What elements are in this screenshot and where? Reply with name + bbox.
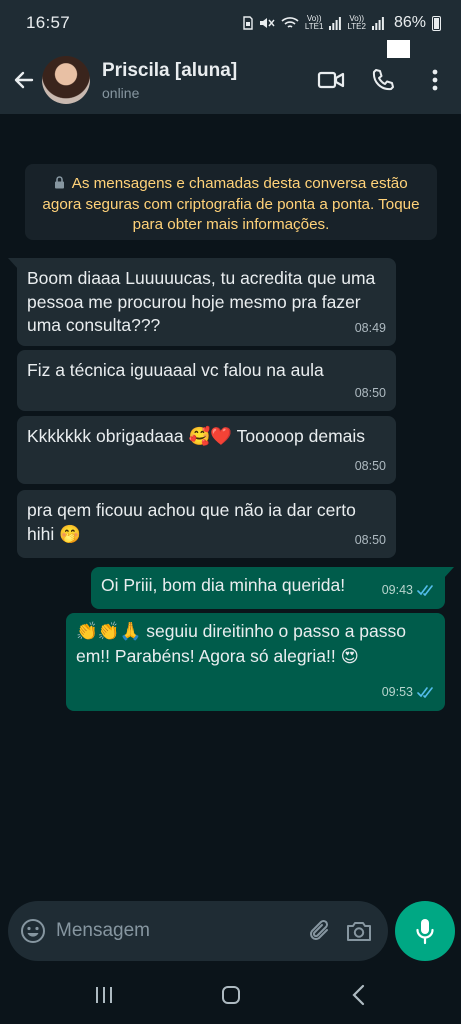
message-meta: 09:43: [382, 578, 435, 603]
message-composer: [8, 901, 388, 961]
video-call-icon: [317, 71, 345, 89]
camera-icon: [346, 922, 371, 941]
message-outgoing[interactable]: Oi Priii, bom dia minha querida! 09:43: [91, 567, 454, 609]
message-text: Fiz a técnica iguuaaal vc falou na aula: [27, 360, 324, 380]
camera-button[interactable]: [340, 909, 379, 953]
read-ticks-icon: [417, 585, 433, 596]
attach-button[interactable]: [301, 909, 340, 953]
video-call-button[interactable]: [305, 56, 357, 104]
more-options-icon: [432, 69, 438, 91]
system-nav-bar: [0, 966, 461, 1024]
message-meta: 09:53: [382, 680, 435, 705]
back-button[interactable]: [4, 60, 44, 100]
redaction-box: [387, 40, 410, 58]
home-button[interactable]: [201, 970, 261, 1020]
mute-icon: [259, 18, 275, 28]
message-time: 08:50: [354, 385, 386, 400]
message-text: 👏👏🙏 seguiu direitinho o passo a passo em…: [76, 621, 406, 666]
message-time: 08:49: [354, 320, 386, 335]
lte2-indicator: Vo)) LTE2: [347, 14, 366, 31]
signal-icon: [329, 16, 342, 30]
message-time: 09:53: [381, 685, 413, 699]
contact-status: online: [102, 84, 140, 101]
message-input[interactable]: [56, 920, 301, 942]
recent-apps-icon: [95, 987, 112, 1003]
battery-icon: [432, 15, 441, 31]
message-text: pra qem ficouu achou que não ia dar cert…: [27, 500, 356, 544]
home-icon: [221, 986, 240, 1004]
message-text: Oi Priii, bom dia minha querida!: [101, 575, 346, 595]
message-incoming[interactable]: pra qem ficouu achou que não ia dar cert…: [17, 490, 396, 558]
voice-message-button[interactable]: [395, 901, 455, 961]
message-text: Boom diaaa Luuuuucas, tu acredita que um…: [27, 268, 376, 335]
back-nav-button[interactable]: [328, 970, 388, 1020]
battery-level: 86%: [393, 14, 426, 31]
message-incoming[interactable]: Kkkkkkk obrigadaaa 🥰❤️ Tooooop demais 08…: [17, 416, 396, 484]
encryption-text: As mensagens e chamadas desta conversa e…: [42, 175, 420, 233]
contact-name: Priscila [aluna]: [102, 59, 238, 81]
sim-icon: [243, 16, 253, 30]
chevron-left-icon: [351, 984, 364, 1006]
message-incoming[interactable]: Fiz a técnica iguuaaal vc falou na aula …: [17, 350, 396, 411]
emoji-icon: [21, 919, 45, 943]
recent-apps-button[interactable]: [74, 970, 134, 1020]
avatar[interactable]: [42, 56, 90, 104]
message-text: Kkkkkkk obrigadaaa 🥰❤️ Tooooop demais: [27, 426, 366, 446]
emoji-button[interactable]: [20, 917, 46, 945]
status-time: 16:57: [26, 13, 71, 32]
encryption-notice[interactable]: As mensagens e chamadas desta conversa e…: [25, 164, 437, 240]
message-outgoing[interactable]: 👏👏🙏 seguiu direitinho o passo a passo em…: [66, 613, 445, 711]
wifi-icon: [281, 17, 299, 28]
status-icons: Vo)) LTE1 Vo)) LTE2 86%: [243, 14, 441, 32]
microphone-icon: [416, 919, 434, 945]
contact-info[interactable]: Priscila [aluna] online: [102, 60, 305, 101]
read-ticks-icon: [417, 687, 433, 698]
header-actions: [305, 56, 461, 104]
back-arrow-icon: [14, 71, 34, 89]
voice-call-button[interactable]: [357, 56, 409, 104]
paperclip-icon: [310, 919, 329, 940]
message-incoming[interactable]: Boom diaaa Luuuuucas, tu acredita que um…: [8, 258, 396, 346]
message-time: 08:50: [354, 532, 386, 547]
lte1-indicator: Vo)) LTE1: [304, 14, 324, 31]
signal-icon: [371, 16, 384, 30]
message-time: 08:50: [354, 458, 386, 473]
more-options-button[interactable]: [409, 56, 461, 104]
message-time: 09:43: [381, 583, 413, 597]
chat-area[interactable]: As mensagens e chamadas desta conversa e…: [0, 114, 461, 894]
voice-call-icon: [372, 69, 394, 91]
lock-icon: [55, 176, 65, 189]
